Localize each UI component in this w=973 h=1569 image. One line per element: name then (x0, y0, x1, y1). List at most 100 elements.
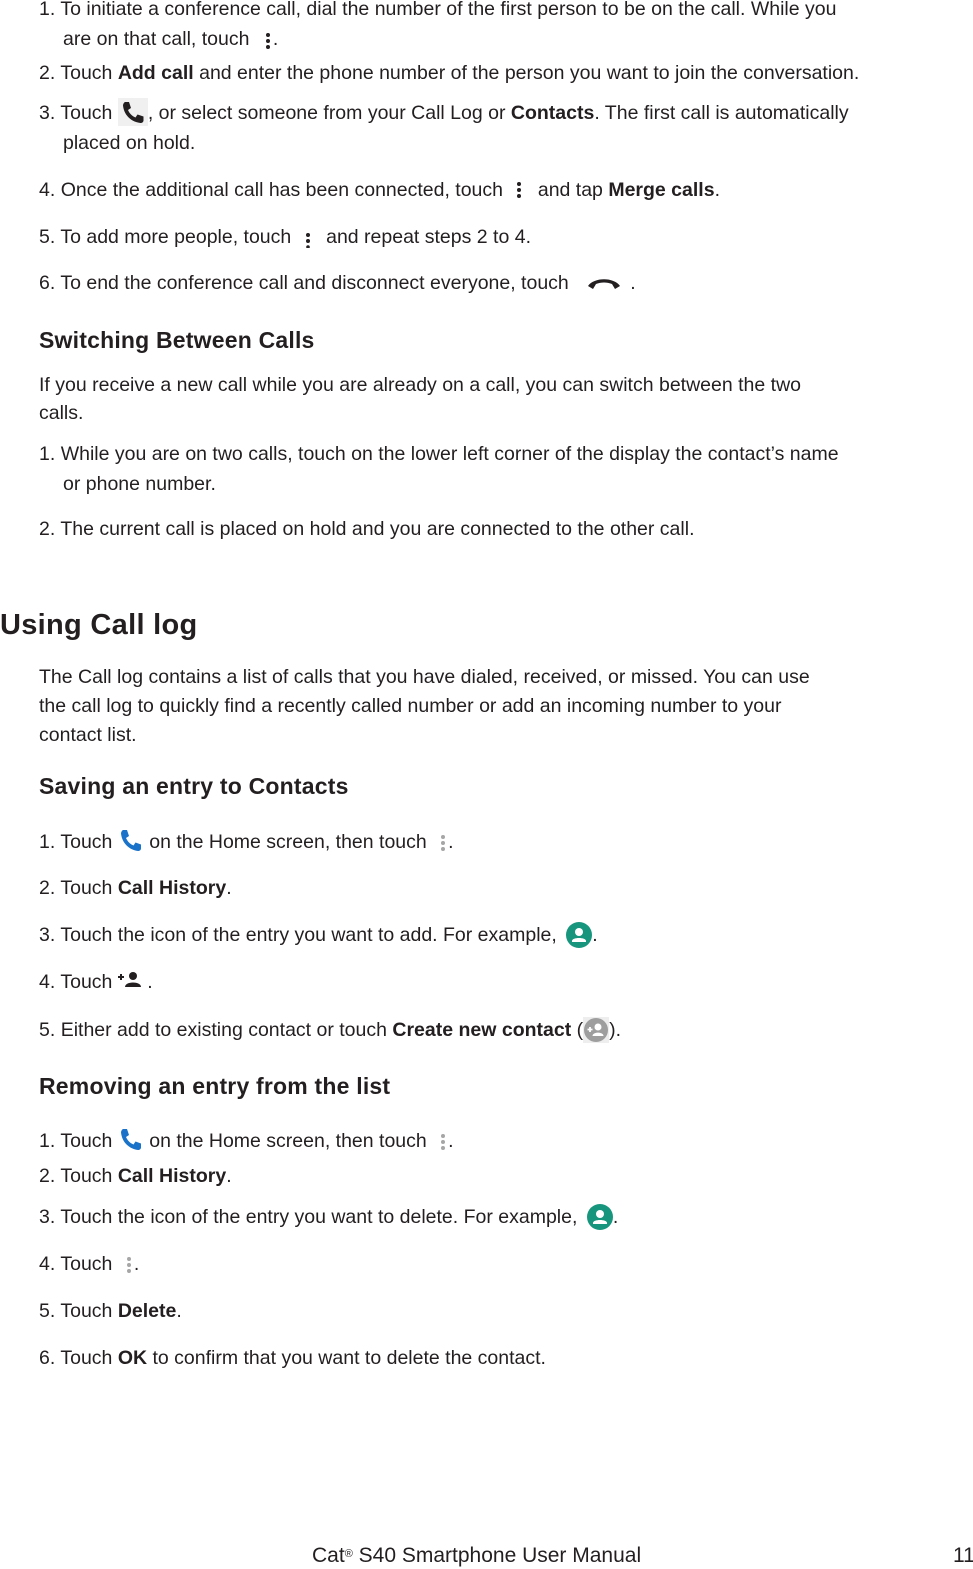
saving-step-4: 4. Touch . (39, 970, 153, 994)
call-log-heading: Using Call log (0, 609, 198, 641)
step-text: While you are on two calls, touch on the… (60, 443, 839, 465)
removing-step-4: 4. Touch . (39, 1252, 139, 1276)
call-log-intro-line-1: The Call log contains a list of calls th… (39, 666, 810, 688)
step-text: Touch (60, 1165, 113, 1187)
step-number: 6. (39, 1347, 56, 1369)
conference-step-1: 1. To initiate a conference call, dial t… (39, 0, 836, 21)
more-vert-icon (438, 833, 448, 853)
step-number: 2. (39, 877, 56, 899)
step-text: Either add to existing contact or touch (60, 1019, 387, 1042)
step-text: ). (609, 1019, 622, 1042)
conference-step-5: 5. To add more people, touch and repeat … (39, 225, 531, 249)
step-text: . (448, 1130, 454, 1152)
switching-step-2: 2. The current call is placed on hold an… (39, 517, 694, 541)
step-text: and repeat steps 2 to 4. (326, 226, 531, 248)
step-text: on the Home screen, then touch (149, 831, 427, 853)
step-text: . (272, 28, 279, 50)
add-person-icon (117, 970, 142, 988)
step-text: . (226, 877, 232, 899)
step-text: . (133, 1253, 140, 1275)
ui-term-contacts: Contacts (510, 102, 595, 125)
removing-step-3: 3. Touch the icon of the entry you want … (39, 1204, 619, 1231)
saving-step-3: 3. Touch the icon of the entry you want … (39, 922, 598, 949)
switching-intro-line-1: If you receive a new call while you are … (39, 374, 801, 396)
saving-step-2: 2. Touch Call History. (39, 876, 232, 900)
ui-term-ok: OK (117, 1347, 148, 1369)
step-text: . (714, 179, 720, 201)
step-text: Touch (60, 971, 113, 993)
step-number: 4. (39, 971, 56, 993)
step-number: 4. (39, 179, 56, 201)
more-vert-icon (263, 30, 273, 50)
call-log-intro-line-2: the call log to quickly find a recently … (39, 695, 782, 717)
step-text: Once the additional call has been connec… (60, 179, 503, 201)
conference-step-3: 3. Touch , or select someone from your C… (39, 98, 849, 128)
conference-step-1-cont: are on that call, touch . (63, 27, 278, 51)
step-number: 1. (39, 0, 56, 20)
step-text: are on that call, touch (63, 28, 250, 50)
step-number: 5. (39, 1300, 56, 1322)
footer-title-text: S40 Smartphone User Manual (358, 1544, 642, 1567)
ui-term-create-new-contact: Create new contact (392, 1019, 572, 1042)
step-text: Touch (60, 1130, 113, 1152)
step-number: 6. (39, 272, 56, 294)
conference-step-6: 6. To end the conference call and discon… (39, 271, 636, 295)
step-text: Touch the icon of the entry you want to … (60, 1206, 578, 1229)
step-text: to confirm that you want to delete the c… (152, 1347, 546, 1369)
saving-heading: Saving an entry to Contacts (39, 773, 349, 799)
step-text: The current call is placed on hold and y… (60, 518, 695, 540)
step-text: . (147, 971, 153, 993)
footer-brand: Cat (312, 1544, 345, 1567)
step-text: , or select someone from your Call Log o… (147, 102, 506, 125)
create-contact-icon (583, 1017, 610, 1043)
step-text: . (612, 1206, 619, 1229)
registered-mark: ® (344, 1548, 353, 1560)
conference-step-3-cont: placed on hold. (63, 131, 195, 155)
step-text: Touch (60, 102, 113, 125)
step-number: 2. (39, 518, 56, 540)
phone-app-icon (118, 828, 144, 852)
step-text: . The first call is automatically (594, 102, 849, 125)
step-number: 1. (39, 831, 56, 853)
step-text: Touch (60, 62, 113, 84)
removing-step-5: 5. Touch Delete. (39, 1299, 182, 1323)
step-number: 3. (39, 924, 56, 947)
footer-manual-title: Cat® S40 Smartphone User Manual (312, 1543, 641, 1569)
step-number: 2. (39, 62, 56, 84)
step-number: 4. (39, 1253, 56, 1275)
conference-step-2: 2. Touch Add call and enter the phone nu… (39, 61, 859, 85)
step-text: and tap (537, 179, 603, 201)
step-text: . (592, 924, 598, 947)
step-text: . (226, 1165, 232, 1187)
more-vert-icon (124, 1255, 134, 1275)
end-call-icon (586, 277, 622, 291)
call-log-intro-line-3: contact list. (39, 724, 137, 746)
switching-step-1: 1. While you are on two calls, touch on … (39, 442, 839, 466)
step-text: . (176, 1300, 182, 1322)
more-vert-icon (303, 228, 313, 248)
step-number: 3. (39, 102, 56, 125)
removing-heading: Removing an entry from the list (39, 1073, 391, 1099)
phone-icon (117, 98, 148, 126)
step-text: placed on hold. (63, 132, 196, 154)
step-number: 2. (39, 1165, 56, 1187)
step-number: 5. (39, 226, 56, 248)
contact-avatar-icon (586, 1204, 613, 1230)
phone-app-icon (118, 1127, 144, 1151)
ui-term-delete: Delete (117, 1300, 177, 1322)
page-number: 11 (953, 1544, 973, 1567)
step-text: Touch (60, 877, 113, 899)
step-number: 1. (39, 443, 56, 465)
removing-step-1: 1. Touch on the Home screen, then touch … (39, 1127, 454, 1154)
more-vert-icon (514, 181, 524, 201)
step-text: Touch (60, 831, 113, 853)
step-text: . (630, 272, 636, 294)
ui-term-add-call: Add call (117, 62, 194, 84)
ui-term-call-history: Call History (117, 877, 227, 899)
step-text: Touch (60, 1253, 113, 1275)
contact-avatar-icon (566, 922, 593, 948)
ui-term-merge-calls: Merge calls (608, 179, 715, 201)
step-text: Touch (60, 1347, 113, 1369)
switching-step-1-cont: or phone number. (63, 473, 216, 495)
ui-term-call-history: Call History (117, 1165, 227, 1187)
